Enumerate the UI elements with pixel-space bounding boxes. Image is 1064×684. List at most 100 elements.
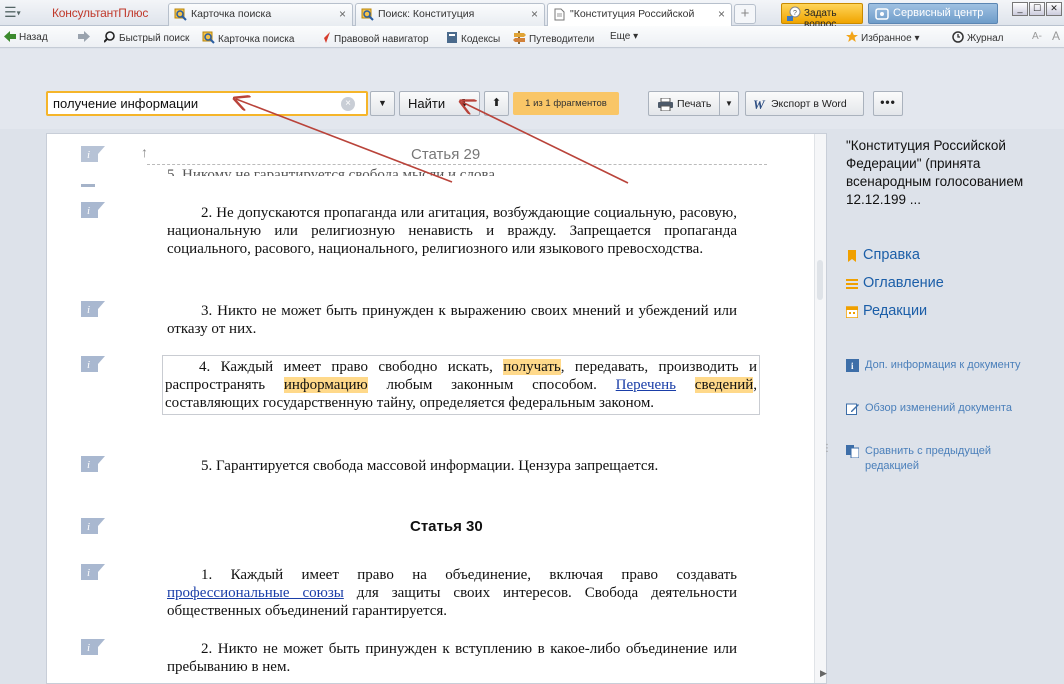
more-menu-button[interactable]: Еще ▾ [610,31,638,42]
guides-icon [513,31,526,44]
trade-unions-link[interactable]: профессиональные союзы [167,585,344,601]
clock-icon [952,31,964,43]
info-marker-icon[interactable]: i [81,518,105,534]
search-card-button[interactable]: Карточка поиска [202,31,294,45]
list-link[interactable]: Перечень [616,377,676,393]
article29-paragraph-4-found-fragment: 4. Каждый имеет право свободно искать, п… [162,355,760,415]
service-icon [875,8,889,20]
back-button[interactable]: Назад [4,31,48,43]
bookmark-icon [848,250,856,262]
close-tab-icon[interactable]: × [531,7,538,21]
close-window-button[interactable]: ✕ [1046,2,1062,16]
find-previous-button[interactable]: ⬆ [484,91,509,116]
export-word-button[interactable]: W Экспорт в Word [745,91,864,116]
favorites-label: Избранное ▾ [861,33,920,44]
legal-navigator-button[interactable]: Правовой навигатор [318,31,429,45]
article29-paragraph-3: 3. Никто не может быть принужден к выраж… [167,303,737,337]
svg-text:i: i [87,205,90,217]
tab-search-card[interactable]: Карточка поиска × [168,3,353,26]
service-center-button[interactable]: Сервисный центр [868,3,998,24]
arrow-down-icon: ⬇ [459,98,469,110]
search-history-dropdown[interactable]: ▼ [370,91,395,116]
close-tab-icon[interactable]: × [718,7,725,21]
service-center-label: Сервисный центр [893,7,984,19]
document-viewer[interactable]: i ↑ Статья 29 5. Никому не гарантируется… [46,133,827,684]
favorites-button[interactable]: Избранное ▾ [846,31,919,44]
reference-link[interactable]: Справка [846,247,920,263]
additional-info-label: Доп. информация к документу [865,359,1021,371]
fragment-counter: 1 из 1 фрагментов [513,92,619,115]
info-marker-icon[interactable]: i [81,356,105,372]
additional-info-link[interactable]: i Доп. информация к документу [846,358,1046,373]
print-options-dropdown[interactable]: ▼ [719,91,739,116]
article30-paragraph-2: 2. Никто не может быть принужден к вступ… [167,641,737,675]
forward-button[interactable] [78,31,93,43]
main-menu-button[interactable]: ☰▾ [4,4,34,22]
document-search-bar [0,49,1064,129]
info-marker-icon[interactable]: i [81,202,105,218]
editions-link[interactable]: Редакции [846,303,927,319]
document-search-input[interactable]: получение информации [46,91,368,116]
svg-text:i: i [87,359,90,371]
article29-paragraph-2: 2. Не допускаются пропаганда или агитаци… [167,205,737,257]
collapse-panel-arrow-icon[interactable]: ▶ [820,668,827,679]
sticky-article-title: Статья 29 [411,146,481,163]
svg-text:i: i [87,304,90,316]
info-marker-icon[interactable]: i [81,564,105,580]
info-marker-icon[interactable]: i [81,639,105,655]
article30-paragraph-1: 1. Каждый имеет право на объединение, вк… [167,566,737,620]
panel-splitter[interactable]: ⋮ [822,444,832,475]
changes-overview-label: Обзор изменений документа [865,402,1012,414]
app-logo[interactable]: КонсультантПлюс [52,6,148,20]
tab-label: "Конституция Российской [570,8,695,20]
arrow-right-icon [78,31,90,42]
info-icon: i [846,359,859,372]
codes-button[interactable]: Кодексы [446,31,500,45]
svg-text:?: ? [793,10,797,17]
scroll-to-top-icon[interactable]: ↑ [141,144,148,160]
tab-search-constitution[interactable]: Поиск: Конституция × [355,3,545,26]
reference-label: Справка [863,247,920,263]
journal-button[interactable]: Журнал [952,31,1004,44]
document-title[interactable]: "Конституция Российской Федерации" (прин… [846,137,1056,209]
table-of-contents-link[interactable]: Оглавление [846,275,944,291]
info-marker-icon[interactable]: i [81,301,105,317]
legal-navigator-label: Правовой навигатор [334,34,429,45]
scrollbar-thumb[interactable] [817,260,823,300]
document-side-panel: "Конституция Российской Федерации" (прин… [836,133,1064,684]
tab-label: Карточка поиска [191,8,272,20]
find-next-button[interactable]: Найти ⬇ [399,91,480,116]
svg-text:i: i [87,567,90,579]
info-marker-icon[interactable]: i [81,146,105,162]
minimize-button[interactable]: _ [1012,2,1028,16]
table-of-contents-label: Оглавление [863,275,944,291]
maximize-button[interactable]: ☐ [1029,2,1045,16]
font-size-decrease-button[interactable]: A- [1032,31,1042,42]
ask-question-button[interactable]: ? Задать вопрос [781,3,863,30]
tab-label: Поиск: Конституция [378,8,475,20]
more-actions-button[interactable]: ••• [873,91,903,116]
changes-overview-link[interactable]: Обзор изменений документа [846,401,1046,416]
compare-edition-link[interactable]: Сравнить с предыдущей редакцией [846,444,1046,474]
info-marker-icon[interactable]: i [81,456,105,472]
codes-book-icon [447,32,457,43]
clear-search-icon[interactable]: × [341,97,355,111]
tab-constitution-document[interactable]: "Конституция Российской × [547,3,732,26]
print-button[interactable]: Печать [648,91,720,116]
quick-search-button[interactable]: Быстрый поиск [103,31,190,44]
vertical-scrollbar[interactable] [814,134,826,683]
guides-button[interactable]: Путеводители [513,31,594,45]
question-bubble-icon: ? [787,6,801,21]
document-icon [554,8,565,21]
editions-label: Редакции [863,303,928,319]
sticky-header-divider [147,164,767,165]
clipped-paragraph: 5. Никому не гарантируется свобода мысли… [167,167,499,176]
quick-search-label: Быстрый поиск [119,33,190,44]
font-size-increase-button[interactable]: A [1052,29,1060,43]
print-label: Печать [677,98,712,110]
new-tab-button[interactable]: + [734,4,756,24]
word-icon: W [753,97,765,112]
chevron-down-icon: ▾ [16,8,21,18]
close-tab-icon[interactable]: × [339,7,346,21]
search-highlight: получать [503,359,561,375]
